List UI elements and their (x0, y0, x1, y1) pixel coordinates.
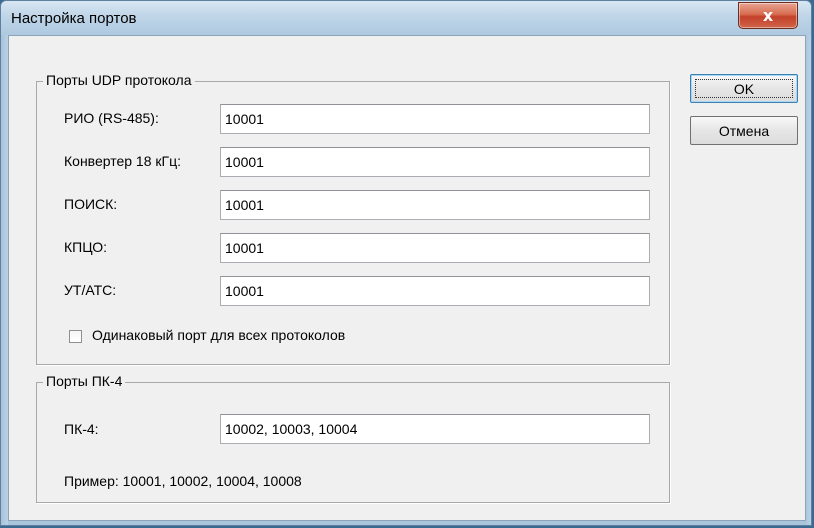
dialog-window: Настройка портов x Порты UDP протокола Р… (0, 0, 812, 526)
pk4-ports-input[interactable] (220, 414, 650, 444)
ut-ats-port-input[interactable] (220, 276, 650, 306)
same-port-checkbox-label[interactable]: Одинаковый порт для всех протоколов (92, 327, 345, 343)
rio-port-input[interactable] (220, 104, 650, 134)
cancel-button-label: Отмена (718, 122, 770, 139)
ok-button[interactable]: OK (690, 74, 798, 103)
pk4-example-text: Пример: 10001, 10002, 10004, 10008 (64, 473, 302, 489)
udp-ports-group-title: Порты UDP протокола (43, 72, 195, 88)
pk4-ports-group: Порты ПК-4 ПК-4: Пример: 10001, 10002, 1… (36, 373, 670, 503)
rio-label: РИО (RS-485): (64, 110, 159, 126)
converter-port-input[interactable] (220, 147, 650, 177)
converter-label: Конвертер 18 кГц: (64, 153, 182, 169)
poisk-port-input[interactable] (220, 190, 650, 220)
close-icon: x (762, 6, 774, 25)
poisk-label: ПОИСК: (64, 196, 118, 212)
udp-ports-group: Порты UDP протокола РИО (RS-485): Конвер… (36, 72, 670, 365)
title-bar[interactable]: Настройка портов x (1, 1, 811, 35)
kpco-port-input[interactable] (220, 233, 650, 263)
ut-ats-label: УТ/АТС: (64, 282, 117, 298)
kpco-label: КПЦО: (64, 239, 108, 255)
window-left-border (1, 35, 8, 525)
window-title: Настройка портов (11, 10, 137, 27)
same-port-checkbox[interactable] (69, 330, 82, 343)
pk4-label: ПК-4: (64, 421, 99, 437)
ok-button-label: OK (733, 80, 755, 97)
cancel-button[interactable]: Отмена (690, 116, 798, 145)
pk4-ports-group-title: Порты ПК-4 (43, 373, 126, 389)
dialog-client-area: Порты UDP протокола РИО (RS-485): Конвер… (8, 35, 806, 521)
close-button[interactable]: x (738, 2, 798, 29)
